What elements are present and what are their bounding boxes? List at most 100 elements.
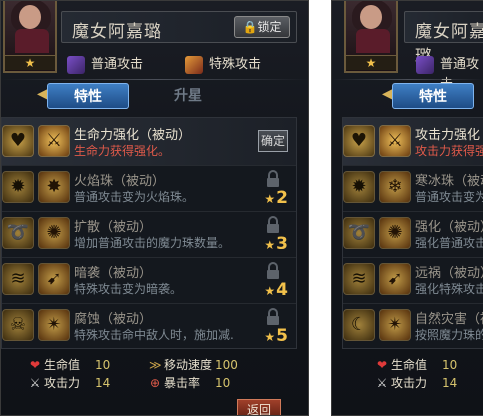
trait-title: 远祸（被动） [415,266,483,281]
tab-upgrade[interactable]: 升星 [147,83,229,109]
stats-panel: ❤ 生命值 10 ⚔ 攻击力 14 [376,357,483,393]
star-requirement: ★4 [264,280,288,300]
tab-trait[interactable]: 特性 [47,83,129,109]
hero-star-rating: ★ [346,55,396,70]
face-shape [19,5,41,29]
normal-attack-tag[interactable]: 普通攻击 [416,55,483,92]
trait-row[interactable]: ➰ ✺ 强化（被动） 强化普通攻击 [343,210,483,258]
trait-row[interactable]: ✹ ✸ 火焰珠（被动） 普通攻击变为火焰珠。 ★2 [2,164,296,212]
normal-attack-icon [416,56,434,74]
tab-trait[interactable]: 特性 [392,83,474,109]
spiral-icon: ➰ [343,217,375,249]
lock-icon [267,308,279,325]
body-shape [356,29,390,53]
star-icon: ★ [264,330,276,344]
hero-portrait[interactable]: ★ [344,1,398,73]
trait-title: 火焰珠（被动） [74,174,166,189]
hero-name-bar: 魔女阿嘉璐 [404,11,483,67]
flame-dash-icon: ➹ [379,263,411,295]
star-icon: ★ [264,192,276,206]
body-shape [15,29,49,53]
trait-title: 暗袭（被动） [74,266,153,281]
normal-attack-icon [67,56,85,74]
stat-hp: ❤ 生命值 10 [376,358,458,372]
stat-speed: ≫ 移动速度 100 [149,358,238,372]
confirm-button[interactable]: 确定 [258,130,288,152]
spiral-icon: ➰ [2,217,34,249]
face-shape [360,5,382,29]
stat-hp: ❤ 生命值 10 [29,358,111,372]
rune-icon: ✴ [379,309,411,341]
sword-icon: ⚔ [376,376,388,390]
normal-attack-label: 普通攻击 [91,57,144,72]
panel-gap [309,0,331,416]
trait-desc: 生命力获得强化。 [74,144,171,158]
trait-row[interactable]: ☾ ✴ 自然灾害（被 按照魔力珠的 [343,302,483,350]
trait-row[interactable]: ☠ ✴ 腐蚀（被动） 特殊攻击命中敌人时，施加减... ★5 [2,302,296,350]
back-button[interactable]: 返回 [237,399,281,415]
trait-row[interactable]: ≋ ➹ 暗袭（被动） 特殊攻击变为暗袭。 ★4 [2,256,296,304]
burst-icon: ✺ [38,217,70,249]
crosshair-icon: ⊕ [149,376,161,390]
crossed-swords-icon: ⚔ [38,125,70,157]
header-divider [1,79,308,80]
trait-title: 扩散（被动） [74,220,153,235]
heart-icon: ❤ [29,358,41,372]
star-requirement: ★2 [264,188,288,208]
hero-portrait[interactable]: ★ [3,1,57,73]
lock-icon: 🔒 [242,20,258,34]
heart-shield-icon: ♥ [343,125,375,157]
lock-button-label: 锁定 [257,20,282,34]
hero-star-rating: ★ [5,55,55,70]
star-icon: ★ [264,238,276,252]
stat-attack: ⚔ 攻击力 14 [29,376,111,390]
trait-title: 腐蚀（被动） [74,312,153,327]
trait-title: 生命力强化（被动） [74,128,192,143]
heart-shield-icon: ♥ [2,125,34,157]
special-attack-label: 特殊攻击 [209,57,262,72]
special-attack-tag[interactable]: 特殊攻击 [185,55,261,75]
burst-icon: ✺ [379,217,411,249]
stat-attack: ⚔ 攻击力 14 [376,376,458,390]
normal-attack-tag[interactable]: 普通攻击 [67,55,143,75]
zigzag-icon: ≋ [2,263,34,295]
sword-icon: ⚔ [29,376,41,390]
heart-icon: ❤ [376,358,388,372]
star-requirement: ★3 [264,234,288,254]
trait-list: ♥ ⚔ 攻击力强化 攻击力获得强化 ✹ ❄ 寒冰珠（被动） 普通攻击变为 ➰ ✺… [342,117,483,349]
skull-icon: ☠ [2,309,34,341]
trait-row[interactable]: ♥ ⚔ 攻击力强化 攻击力获得强化 [343,118,483,166]
trait-row[interactable]: ➰ ✺ 扩散（被动） 增加普通攻击的魔力珠数量。 ★3 [2,210,296,258]
rune-icon: ✴ [38,309,70,341]
lock-icon [267,170,279,187]
stat-crit: ⊕ 暴击率 10 [149,376,231,390]
trait-desc: 特殊攻击命中敌人时，施加减... [74,328,234,342]
trait-row[interactable]: ≋ ➹ 远祸（被动） 强化特殊攻击 [343,256,483,304]
trait-list: ♥ ⚔ 生命力强化（被动） 生命力获得强化。 确定 ✹ ✸ 火焰珠（被动） 普通… [1,117,297,349]
trait-row[interactable]: ♥ ⚔ 生命力强化（被动） 生命力获得强化。 确定 [2,118,296,166]
trait-title: 攻击力强化 [415,128,481,143]
fire-orb-icon: ✹ [343,171,375,203]
trait-title: 强化（被动） [415,220,483,235]
fire-orb-icon: ✹ [2,171,34,203]
boot-icon: ≫ [149,358,162,372]
trait-desc: 攻击力获得强化 [415,144,483,158]
special-attack-icon [185,56,203,74]
trait-desc: 普通攻击变为 [415,190,483,204]
trait-desc: 普通攻击变为火焰珠。 [74,190,195,204]
flame-dash-icon: ➹ [38,263,70,295]
trait-row[interactable]: ✹ ❄ 寒冰珠（被动） 普通攻击变为 [343,164,483,212]
header-divider [332,79,483,80]
hero-trait-panel: ★ 魔女阿嘉璐 🔒锁定 普通攻击 特殊攻击 ◀ 特性 升星 ♥ ⚔ 生命力强化（… [0,0,309,416]
lock-icon [267,262,279,279]
trait-title: 寒冰珠（被动） [415,174,483,189]
trait-desc: 特殊攻击变为暗袭。 [74,282,183,296]
hero-name-bar: 魔女阿嘉璐 🔒锁定 [61,11,297,43]
lock-button[interactable]: 🔒锁定 [234,16,290,38]
trait-desc: 按照魔力珠的 [415,328,483,342]
trait-desc: 强化特殊攻击 [415,282,483,296]
star-icon: ★ [264,284,276,298]
lock-icon [267,216,279,233]
target-orb-icon: ✸ [38,171,70,203]
trait-desc: 强化普通攻击 [415,236,483,250]
